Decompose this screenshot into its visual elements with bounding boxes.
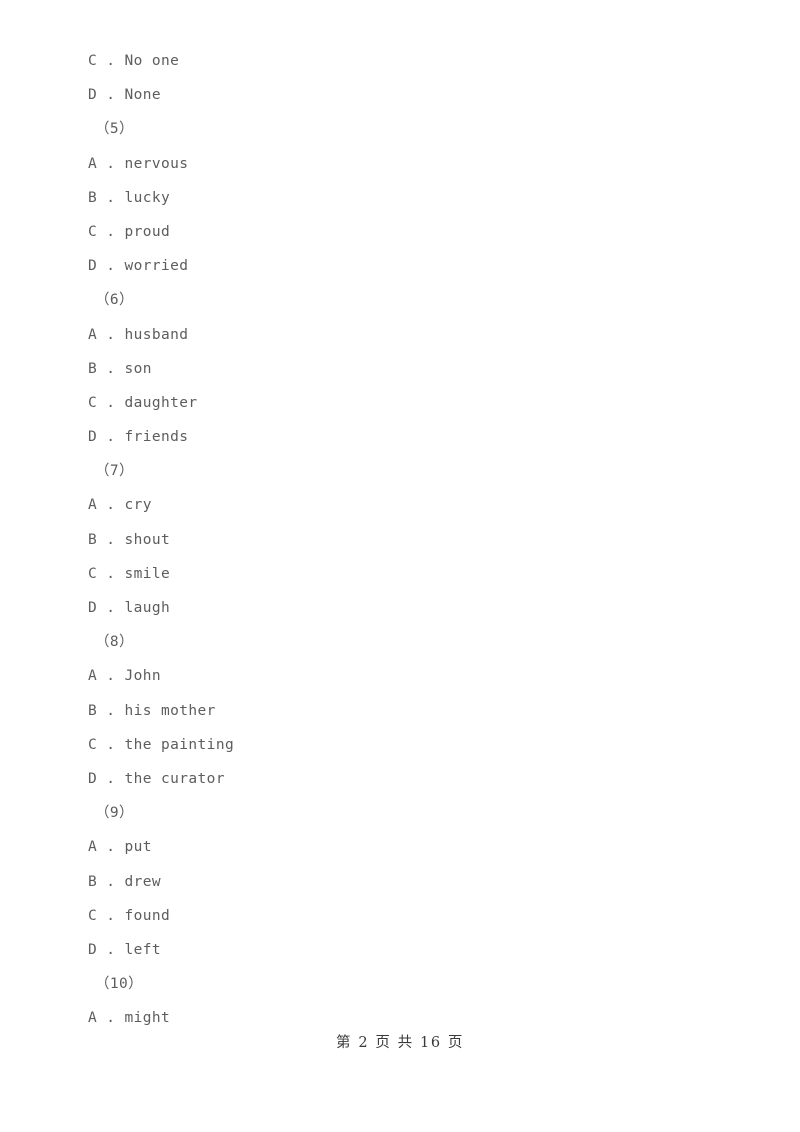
- option-line: B . shout: [88, 531, 171, 548]
- option-line: C . daughter: [88, 394, 198, 411]
- option-line: C . No one: [88, 53, 180, 69]
- option-line: D . worried: [88, 258, 189, 275]
- option-line: C . found: [88, 907, 171, 924]
- option-line: D . the curator: [88, 770, 225, 787]
- option-line: D . None: [88, 87, 162, 104]
- question-number-line: （10）: [95, 976, 144, 993]
- option-line: A . nervous: [88, 155, 189, 172]
- option-line: C . proud: [88, 223, 171, 240]
- question-number-line: （6）: [95, 292, 134, 309]
- option-line: A . John: [88, 668, 162, 685]
- document-page: C . No one D . None （5） A . nervous B . luck…: [0, 0, 800, 1132]
- question-options-list: C . No one D . None （5） A . nervous B . luck…: [88, 44, 728, 1035]
- option-line: C . smile: [88, 565, 171, 582]
- option-line: A . cry: [88, 497, 152, 514]
- option-line: D . left: [88, 941, 162, 958]
- option-line: B . son: [88, 360, 152, 377]
- option-line: B . lucky: [88, 189, 171, 206]
- question-number-line: （8）: [95, 634, 134, 651]
- option-line: D . friends: [88, 429, 189, 446]
- question-number-line: （5）: [95, 121, 134, 138]
- option-line: A . husband: [88, 326, 189, 343]
- question-number-line: （7）: [95, 463, 134, 480]
- question-number-line: （9）: [95, 805, 134, 822]
- option-line: C . the painting: [88, 736, 235, 753]
- option-line: B . drew: [88, 873, 162, 890]
- option-line: A . put: [88, 839, 152, 856]
- page-number-text: 第 2 页 共 16 页: [336, 1035, 464, 1051]
- option-line: B . his mother: [88, 702, 216, 719]
- option-line: D . laugh: [88, 600, 171, 616]
- page-footer: 第 2 页 共 16 页: [0, 1031, 800, 1052]
